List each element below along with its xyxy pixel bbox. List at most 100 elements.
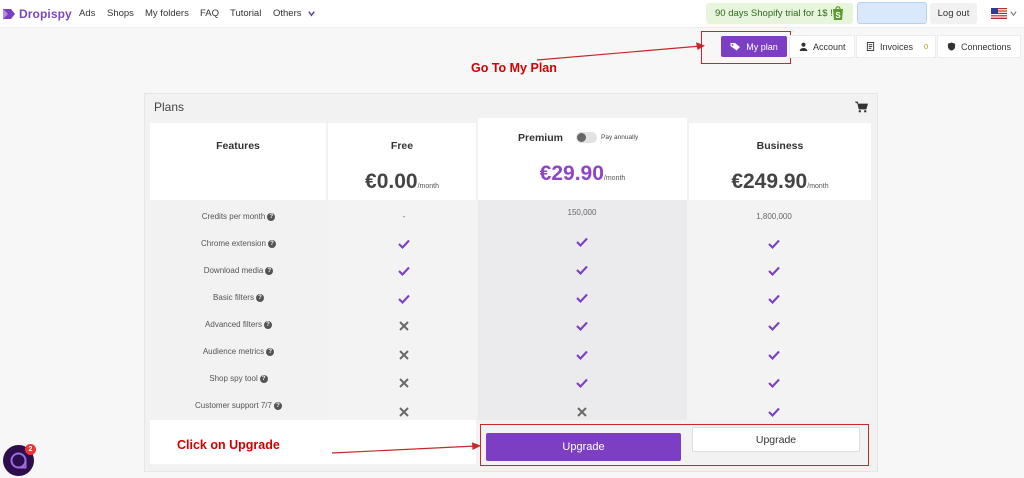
help-icon[interactable]: ? bbox=[266, 348, 275, 356]
pay-annually-toggle[interactable] bbox=[576, 132, 597, 143]
help-icon[interactable]: ? bbox=[255, 294, 264, 302]
business-plan-name: Business bbox=[756, 140, 804, 152]
cross-icon bbox=[399, 321, 409, 331]
user-icon bbox=[799, 42, 808, 51]
check-icon bbox=[576, 378, 588, 388]
check-icon bbox=[398, 294, 410, 304]
free-plan-price: €0.00/month bbox=[328, 170, 476, 194]
feature-label-row: Chrome extension? bbox=[150, 239, 327, 248]
check-icon bbox=[398, 239, 410, 249]
cross-icon bbox=[399, 378, 409, 388]
top-navbar: Dropispy Ads Shops My folders FAQ Tutori… bbox=[0, 0, 1024, 28]
chat-icon bbox=[10, 452, 27, 469]
check-icon bbox=[768, 266, 780, 276]
check-icon bbox=[398, 266, 410, 276]
help-icon[interactable]: ? bbox=[267, 240, 276, 248]
chevron-down-icon bbox=[308, 11, 315, 17]
invoices-count-badge: 0 bbox=[924, 42, 929, 51]
feature-label-row: Download media? bbox=[150, 266, 327, 275]
cross-icon bbox=[577, 407, 587, 417]
tag-icon bbox=[730, 43, 741, 51]
my-plan-label: My plan bbox=[746, 41, 778, 52]
tab-account[interactable]: Account bbox=[789, 35, 855, 58]
premium-plan-price: €29.90/month bbox=[478, 162, 687, 186]
business-plan-price: €249.90/month bbox=[689, 170, 871, 194]
nav-item-shops[interactable]: Shops bbox=[107, 8, 134, 19]
nav-item-others-label: Others bbox=[273, 8, 302, 19]
check-icon bbox=[768, 350, 780, 360]
plans-title: Plans bbox=[154, 100, 185, 114]
tab-connections-label: Connections bbox=[961, 41, 1012, 52]
search-input[interactable] bbox=[858, 3, 926, 23]
logout-button[interactable]: Log out bbox=[930, 3, 977, 24]
nav-item-others[interactable]: Others bbox=[273, 8, 316, 19]
feature-label-text: Credits per month bbox=[201, 212, 266, 221]
chat-notification-badge: 2 bbox=[25, 444, 36, 455]
feature-label-text: Shop spy tool bbox=[209, 374, 258, 383]
business-price-period: /month bbox=[807, 183, 829, 190]
check-icon bbox=[576, 237, 588, 247]
brand-name: Dropispy bbox=[19, 7, 72, 21]
tab-connections[interactable]: Connections bbox=[937, 35, 1021, 58]
language-chevron-icon bbox=[1010, 11, 1017, 17]
my-plan-button[interactable]: My plan bbox=[721, 36, 787, 57]
check-icon bbox=[576, 293, 588, 303]
nav-item-ads[interactable]: Ads bbox=[79, 8, 95, 19]
check-icon bbox=[768, 294, 780, 304]
shopify-trial-text: 90 days Shopify trial for 1$ ! bbox=[715, 8, 833, 19]
tab-invoices-label: Invoices bbox=[880, 41, 914, 52]
premium-price-period: /month bbox=[603, 175, 626, 182]
svg-text:S: S bbox=[835, 11, 841, 20]
help-icon[interactable]: ? bbox=[273, 402, 282, 410]
nav-item-faq[interactable]: FAQ bbox=[200, 8, 219, 19]
check-icon bbox=[576, 350, 588, 360]
credits-value-free: - bbox=[402, 212, 406, 221]
check-icon bbox=[768, 239, 780, 249]
shopify-trial-banner[interactable]: 90 days Shopify trial for 1$ ! S bbox=[706, 3, 853, 24]
pay-annually-label: Pay annually bbox=[601, 134, 639, 141]
free-price-amount: €0.00 bbox=[365, 170, 418, 193]
feature-label-row: Credits per month? bbox=[150, 212, 327, 221]
check-icon bbox=[768, 407, 780, 417]
free-price-period: /month bbox=[417, 183, 439, 190]
premium-price-amount: €29.90 bbox=[539, 162, 604, 185]
business-column-body bbox=[689, 200, 871, 420]
cart-icon[interactable] bbox=[855, 101, 868, 113]
feature-label-row: Customer support 7/7? bbox=[150, 401, 327, 410]
annotation-click-on-upgrade: Click on Upgrade bbox=[177, 438, 280, 452]
shopify-bag-icon: S bbox=[833, 6, 843, 20]
help-icon[interactable]: ? bbox=[265, 267, 274, 275]
check-icon bbox=[768, 378, 780, 388]
features-header: Features bbox=[216, 140, 260, 152]
credits-value-business: 1,800,000 bbox=[756, 212, 792, 221]
feature-label-row: Audience metrics? bbox=[150, 347, 327, 356]
search-box[interactable] bbox=[857, 2, 927, 24]
help-icon[interactable]: ? bbox=[263, 321, 272, 329]
shield-icon bbox=[947, 42, 956, 51]
feature-label-text: Download media bbox=[203, 266, 264, 275]
brand[interactable]: Dropispy bbox=[2, 5, 72, 23]
check-icon bbox=[768, 321, 780, 331]
tab-account-label: Account bbox=[813, 41, 846, 52]
help-icon[interactable]: ? bbox=[259, 375, 268, 383]
cross-icon bbox=[399, 350, 409, 360]
help-icon[interactable]: ? bbox=[267, 213, 276, 221]
tab-invoices[interactable]: Invoices 0 bbox=[856, 35, 936, 58]
annotation-arrow-my-plan bbox=[536, 42, 705, 61]
dropispy-logo-icon bbox=[3, 9, 15, 19]
check-icon bbox=[576, 321, 588, 331]
feature-label-text: Advanced filters bbox=[205, 320, 262, 329]
feature-label-row: Basic filters? bbox=[150, 293, 327, 302]
business-price-amount: €249.90 bbox=[731, 170, 808, 193]
us-flag-icon[interactable] bbox=[991, 8, 1007, 19]
credits-value-premium: 150,000 bbox=[567, 208, 597, 217]
check-icon bbox=[576, 265, 588, 275]
nav-item-tutorial[interactable]: Tutorial bbox=[230, 8, 261, 19]
nav-item-my-folders[interactable]: My folders bbox=[145, 8, 189, 19]
invoice-icon bbox=[866, 42, 875, 51]
feature-label-text: Customer support 7/7 bbox=[195, 401, 272, 410]
premium-upgrade-button[interactable]: Upgrade bbox=[486, 433, 681, 461]
feature-label-text: Basic filters bbox=[213, 293, 254, 302]
feature-label-text: Chrome extension bbox=[201, 239, 266, 248]
business-upgrade-button[interactable]: Upgrade bbox=[692, 427, 860, 452]
